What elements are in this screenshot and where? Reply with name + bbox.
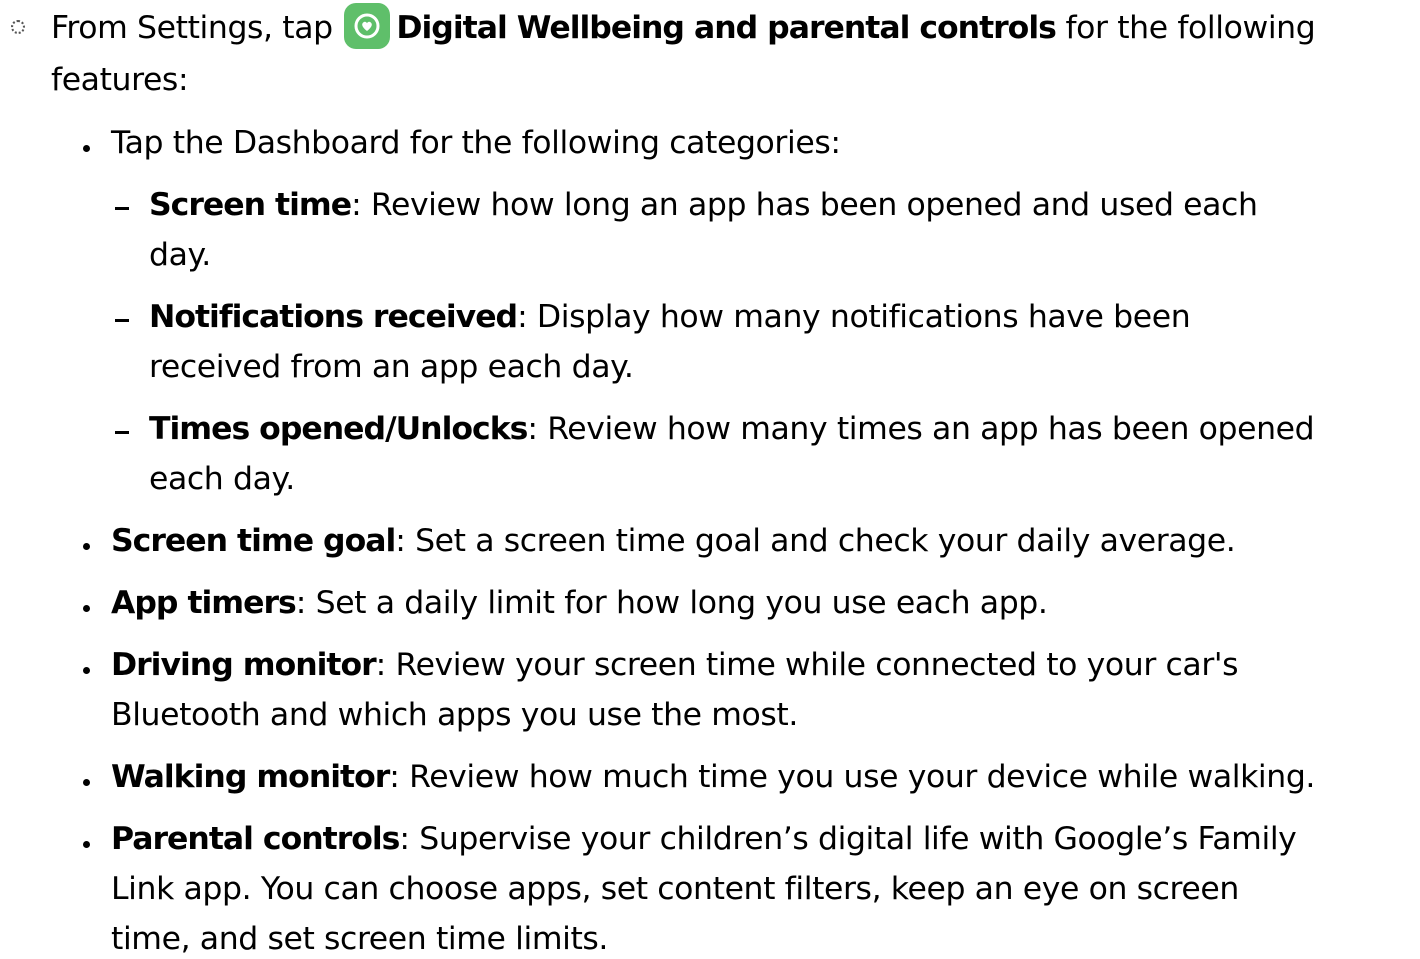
category-desc: : Review how long an app has been opened… xyxy=(351,187,1258,223)
feature-desc: : Review your screen time while connecte… xyxy=(375,647,1239,683)
bullet-icon xyxy=(83,543,90,550)
category-line-1: Screen time: Review how long an app has … xyxy=(149,185,1258,225)
feature-line-1: Parental controls: Supervise your childr… xyxy=(111,819,1297,859)
feature-line-2: Bluetooth and which apps you use the mos… xyxy=(111,697,798,733)
category-line-2: received from an app each day. xyxy=(149,349,634,385)
feature-line-1: App timers: Set a daily limit for how lo… xyxy=(111,583,1048,623)
feature-line-2: Link app. You can choose apps, set conte… xyxy=(111,871,1239,907)
dash-icon xyxy=(115,207,129,210)
feature-line-1: Screen time goal: Set a screen time goal… xyxy=(111,521,1236,561)
feature-line-1: Driving monitor: Review your screen time… xyxy=(111,645,1239,685)
feature-line-3: time, and set screen time limits. xyxy=(111,921,609,957)
feature-term: Walking monitor xyxy=(111,759,390,795)
dashboard-text: Tap the Dashboard for the following cate… xyxy=(111,125,841,161)
bullet-icon xyxy=(83,667,90,674)
intro-prefix: From Settings, tap xyxy=(51,10,343,46)
category-term: Notifications received xyxy=(149,299,518,335)
category-term: Screen time xyxy=(149,187,352,223)
intro-line-1: From Settings, tap Digital Wellbeing and… xyxy=(51,3,1316,49)
category-desc: : Display how many notifications have be… xyxy=(517,299,1191,335)
app-name-label: Digital Wellbeing and parental controls xyxy=(396,10,1057,46)
bullet-icon xyxy=(83,779,90,786)
intro-suffix: for the following xyxy=(1055,10,1316,46)
bullet-icon xyxy=(83,841,90,848)
feature-desc: : Set a screen time goal and check your … xyxy=(395,523,1236,559)
category-line-2: day. xyxy=(149,237,211,273)
intro-suffix-2: features: xyxy=(51,62,189,98)
bullet-icon xyxy=(83,605,90,612)
digital-wellbeing-icon xyxy=(344,3,391,49)
category-desc: : Review how many times an app has been … xyxy=(527,411,1315,447)
feature-desc: : Review how much time you use your devi… xyxy=(389,759,1316,795)
step-marker-icon xyxy=(11,20,25,34)
bullet-icon xyxy=(83,145,90,152)
feature-line-1: Walking monitor: Review how much time yo… xyxy=(111,757,1315,797)
dash-icon xyxy=(115,431,129,434)
category-line-1: Notifications received: Display how many… xyxy=(149,297,1191,337)
feature-term: App timers xyxy=(111,585,297,621)
feature-desc: : Set a daily limit for how long you use… xyxy=(295,585,1048,621)
category-line-2: each day. xyxy=(149,461,295,497)
intro-line-2: features: xyxy=(51,60,189,100)
category-term: Times opened/Unlocks xyxy=(149,411,528,447)
feature-term: Parental controls xyxy=(111,821,400,857)
feature-term: Screen time goal xyxy=(111,523,396,559)
feature-desc: : Supervise your children’s digital life… xyxy=(399,821,1297,857)
dash-icon xyxy=(115,319,129,322)
category-line-1: Times opened/Unlocks: Review how many ti… xyxy=(149,409,1315,449)
feature-term: Driving monitor xyxy=(111,647,377,683)
